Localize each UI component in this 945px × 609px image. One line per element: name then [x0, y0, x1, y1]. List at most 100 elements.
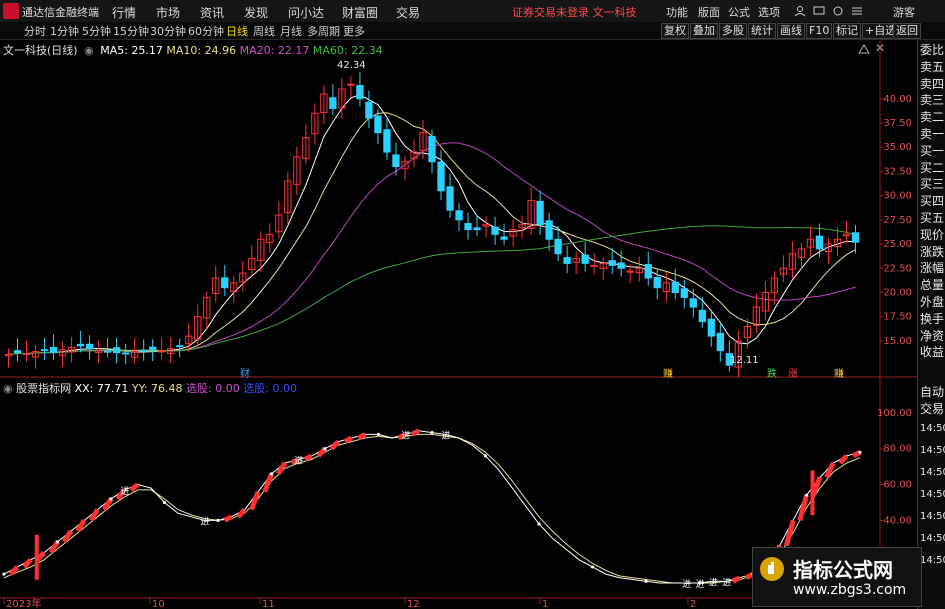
main-y-tick-label: 25.00 — [883, 239, 912, 250]
entry-signal-label: 进 — [682, 579, 691, 590]
user-icon[interactable] — [794, 5, 806, 17]
quote-side-panel: 委比 卖五 卖四 卖三 卖二 卖一 买一 买二 买三 买四 买五 现价 涨跌 涨幅 总量 外盘 换手 净资 收益 自动… — [917, 40, 945, 609]
candle-body — [707, 318, 715, 337]
entry-signal-label: 进 — [401, 430, 410, 441]
rising-signal-bar — [48, 540, 60, 554]
side-time: 14:50 — [920, 423, 945, 434]
signal-dot — [858, 450, 862, 454]
watermark-url: www.zbgs3.com — [793, 582, 907, 598]
side-item: 总量 — [920, 278, 945, 293]
side-item: 买五 — [920, 211, 945, 225]
main-y-tick-label: 20.00 — [883, 288, 912, 299]
candle-body — [617, 262, 625, 269]
candle-body — [671, 281, 679, 293]
side-item: 卖二 — [920, 110, 945, 125]
rising-signal-bar — [75, 519, 87, 533]
signal-dot — [483, 454, 488, 458]
statistics-button[interactable]: 统计 — [748, 23, 776, 39]
indicator-legend: ◉ 股票指标网 XX: 77.71 YY: 76.48 选股: 0.00 选股:… — [3, 380, 297, 396]
rising-signal-bar — [731, 575, 741, 584]
candle-body — [121, 352, 130, 355]
main-y-tick-label: 37.50 — [883, 118, 912, 129]
back-button[interactable]: 返回 — [893, 23, 921, 39]
period-daily[interactable]: 日线 — [226, 23, 248, 39]
side-item: 换手 — [920, 311, 945, 326]
side-item: 买二 — [920, 160, 945, 175]
period-1min[interactable]: 1分钟 — [50, 23, 79, 39]
kline-chart[interactable]: 进进进进 进进进进进 40.0037.5035.0032.5030.0027.50… — [0, 40, 917, 609]
ind-y-tick-label: 80.00 — [883, 444, 912, 455]
entry-signal-label: 进 — [441, 430, 450, 441]
candle-body — [383, 129, 391, 153]
rising-signal-bar — [784, 519, 796, 547]
x-tick-label: 2 — [690, 599, 696, 609]
side-item: 卖四 — [920, 76, 945, 91]
skin-icon[interactable] — [832, 5, 844, 17]
candle-body — [374, 115, 382, 134]
watermark-title: 指标公式网 — [793, 558, 893, 582]
period-multi[interactable]: 多周期 — [307, 23, 340, 39]
event-tag-up[interactable]: 涨 — [788, 365, 798, 380]
menu-item-discover[interactable]: 发现 — [244, 4, 268, 21]
menu-layout[interactable]: 版面 — [698, 4, 720, 20]
side-time: 14:50 — [920, 467, 945, 478]
period-60min[interactable]: 60分钟 — [188, 23, 224, 39]
rising-signal-bar — [824, 461, 836, 479]
menu-formula[interactable]: 公式 — [728, 4, 750, 20]
entry-signal-label: 进 — [294, 455, 303, 466]
candle-body — [13, 350, 22, 354]
event-tag-finance[interactable]: 财 — [240, 365, 250, 380]
period-15min[interactable]: 15分钟 — [113, 23, 149, 39]
period-more[interactable]: 更多 — [343, 23, 365, 39]
menu-options[interactable]: 选项 — [758, 4, 780, 20]
rising-signal-bar — [236, 507, 247, 519]
message-icon[interactable] — [813, 5, 825, 17]
signal-dot — [216, 518, 220, 522]
ind-y-tick-label: 100.00 — [877, 408, 912, 419]
event-tag-earn-1[interactable]: 赚 — [663, 365, 673, 380]
mark-button[interactable]: 标记 — [833, 23, 861, 39]
menu-function[interactable]: 功能 — [666, 4, 688, 20]
candle-body — [455, 210, 463, 221]
event-tag-down[interactable]: 跌 — [767, 365, 777, 380]
event-tag-earn-2[interactable]: 赚 — [834, 365, 844, 380]
xx-line — [3, 430, 861, 584]
candle-body — [149, 346, 157, 351]
signal-dot — [55, 540, 60, 544]
side-item: 收益 — [920, 345, 945, 360]
main-y-tick-label: 17.50 — [883, 312, 912, 323]
menu-item-trade[interactable]: 交易 — [396, 4, 420, 21]
indicator-settings-icon[interactable]: ◉ — [3, 382, 13, 395]
period-monthly[interactable]: 月线 — [280, 23, 302, 39]
candle-body — [644, 264, 652, 279]
multi-stock-button[interactable]: 多股 — [719, 23, 747, 39]
side-item: 卖三 — [920, 93, 945, 108]
draw-line-button[interactable]: 画线 — [777, 23, 805, 39]
entry-signal-label: 进 — [201, 516, 210, 527]
period-5min[interactable]: 5分钟 — [82, 23, 111, 39]
menu-item-ask[interactable]: 问小达 — [288, 4, 324, 21]
candle-body — [464, 223, 472, 231]
period-weekly[interactable]: 周线 — [253, 23, 275, 39]
f10-button[interactable]: F10 — [806, 23, 833, 39]
restore-rights-button[interactable]: 复权 — [661, 23, 689, 39]
candle-body — [716, 332, 724, 352]
entry-signal-label: 进 — [120, 486, 129, 497]
period-timeshare[interactable]: 分时 — [24, 23, 46, 39]
main-y-tick-label: 27.50 — [883, 215, 912, 226]
xuangu-label: 选股: 0.00 — [186, 382, 240, 395]
period-30min[interactable]: 30分钟 — [150, 23, 186, 39]
xuandian-label: 选股: 0.00 — [243, 382, 297, 395]
overlay-button[interactable]: 叠加 — [690, 23, 718, 39]
ma20-line — [8, 142, 856, 355]
menu-item-quotes[interactable]: 行情 — [112, 4, 136, 21]
menu-item-market[interactable]: 市场 — [156, 4, 180, 21]
watermark-badge: 指标公式网 www.zbgs3.com — [752, 547, 922, 607]
xx-label: XX: 77.71 — [74, 382, 129, 395]
candle-body — [590, 264, 598, 267]
rising-signal-bar — [22, 558, 33, 569]
menu-item-wealth[interactable]: 财富圈 — [342, 4, 378, 21]
guest-label[interactable]: 游客 — [893, 4, 915, 20]
menu-item-news[interactable]: 资讯 — [200, 4, 224, 21]
menu-icon[interactable] — [851, 5, 863, 17]
